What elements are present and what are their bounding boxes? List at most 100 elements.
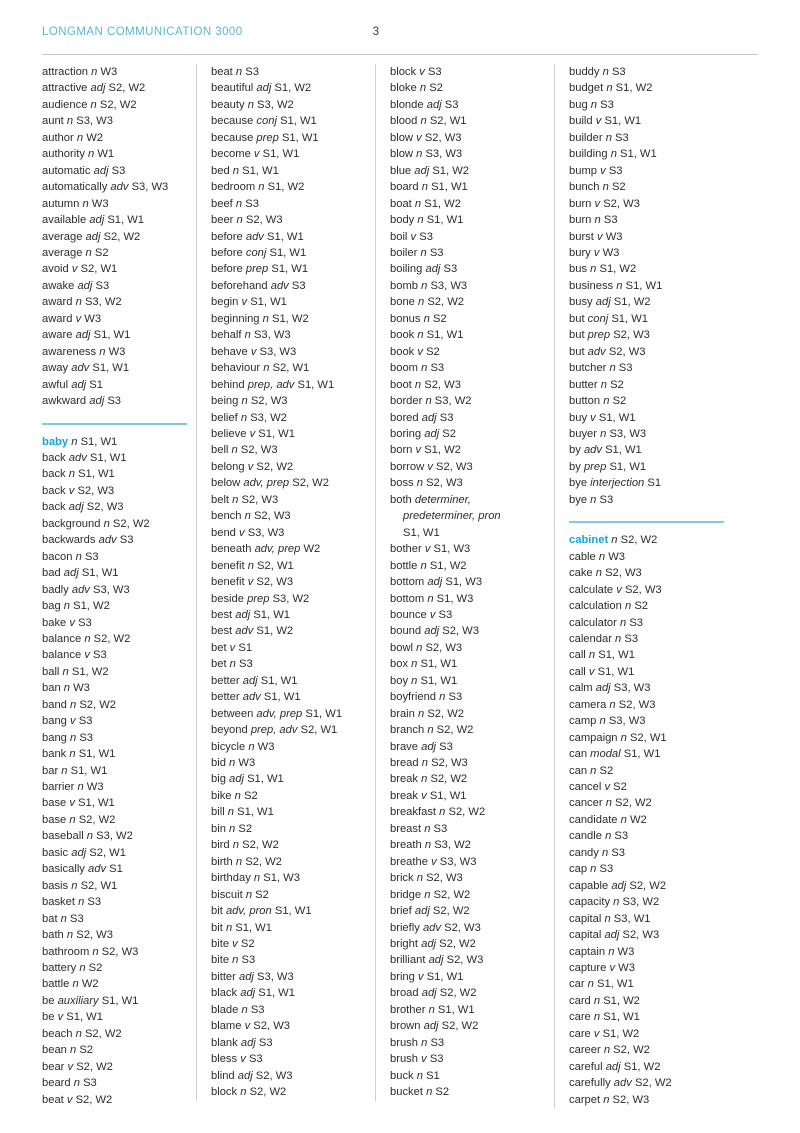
entry-frequency-bands: S1, W1: [250, 296, 287, 309]
entry-frequency-bands: S2, W2: [245, 855, 282, 868]
dictionary-entry: book v S2: [390, 344, 545, 360]
entry-frequency-bands: S2, W2: [620, 534, 658, 547]
entry-part-of-speech: n: [421, 279, 428, 292]
entry-word: branch: [390, 724, 425, 737]
entry-part-of-speech: adv: [270, 279, 289, 292]
entry-part-of-speech: v: [249, 427, 256, 440]
dictionary-entry: boy n S1, W1: [390, 673, 545, 689]
entry-frequency-bands: S3, W3: [608, 715, 646, 728]
entry-part-of-speech: n: [86, 830, 94, 843]
entry-word: black: [211, 987, 238, 1000]
entry-frequency-bands: S1, W2: [71, 665, 109, 678]
dictionary-entry: behave v S3, W3: [211, 344, 366, 360]
entry-frequency-bands: S2, W2: [615, 797, 652, 810]
dictionary-entry: author n W2: [42, 130, 187, 146]
entry-frequency-bands: S1, W1: [620, 148, 657, 161]
entry-frequency-bands: S1, W1: [269, 246, 307, 259]
alphabet-section-rule: [42, 422, 187, 425]
entry-frequency-bands: S3, W2: [250, 411, 287, 424]
entry-frequency-bands: S1, W1: [429, 789, 467, 802]
dictionary-entry: bloke n S2: [390, 80, 545, 96]
dictionary-entry: battery n S2: [42, 960, 187, 976]
dictionary-entry: by adv S1, W1: [569, 442, 724, 458]
entry-part-of-speech: n: [420, 559, 427, 572]
entry-word: beauty: [211, 98, 245, 111]
dictionary-entry: beef n S3: [211, 196, 366, 212]
entry-part-of-speech: n: [418, 707, 425, 720]
entry-part-of-speech: n: [227, 806, 235, 819]
entry-frequency-bands: S2, W3: [250, 395, 288, 408]
entry-frequency-bands: S1, W1: [403, 526, 440, 539]
entry-frequency-bands: S3: [429, 1053, 444, 1066]
entry-frequency-bands: S2, W2: [93, 632, 131, 645]
dictionary-entry: carefully adv S2, W2: [569, 1075, 724, 1091]
entry-word: calculator: [569, 616, 617, 629]
entry-word: bin: [211, 822, 226, 835]
dictionary-entry: bring v S1, W1: [390, 969, 545, 985]
entry-frequency-bands: S1, W1: [70, 764, 108, 777]
entry-word: beautiful: [211, 82, 254, 95]
entry-part-of-speech: n: [416, 477, 423, 490]
entry-frequency-bands: W3: [91, 197, 109, 210]
entry-frequency-bands: S2, W3: [444, 921, 481, 934]
dictionary-entry: balance n S2, W2: [42, 631, 187, 647]
entry-word: call: [569, 665, 586, 678]
dictionary-entry: blue adj S1, W2: [390, 163, 545, 179]
entry-word: buck: [390, 1069, 414, 1082]
entry-word: automatically: [42, 181, 108, 194]
entry-part-of-speech: n: [235, 197, 243, 210]
entry-word: awkward: [42, 395, 87, 408]
dictionary-entry: boiler n S3: [390, 245, 545, 261]
entry-word: behalf: [211, 329, 242, 342]
entry-word: burn: [569, 197, 592, 210]
dictionary-entry: battle n W2: [42, 976, 187, 992]
entry-word: but: [569, 329, 585, 342]
entry-frequency-bands: S3, W3: [93, 583, 130, 596]
entry-frequency-bands: S1, W1: [78, 797, 115, 810]
entry-part-of-speech: auxiliary: [57, 994, 99, 1007]
entry-word: because: [211, 115, 254, 128]
dictionary-entry: behalf n S3, W3: [211, 327, 366, 343]
entry-word: back: [42, 484, 66, 497]
entry-frequency-bands: S1, W1: [420, 674, 458, 687]
entry-word: cable: [569, 550, 596, 563]
dictionary-entry: bored adj S3: [390, 410, 545, 426]
dictionary-entry: birthday n S1, W3: [211, 870, 366, 886]
entry-part-of-speech: v: [239, 526, 245, 539]
entry-part-of-speech: v: [67, 1060, 74, 1073]
entry-frequency-bands: S1, W1: [78, 468, 115, 481]
entry-part-of-speech: v: [593, 1027, 600, 1040]
entry-word: because: [211, 131, 254, 144]
entry-frequency-bands: S3: [83, 1077, 97, 1090]
entry-word: awareness: [42, 345, 97, 358]
dictionary-entry: bacon n S3: [42, 549, 187, 565]
entry-frequency-bands: S3: [600, 98, 614, 111]
entry-word: award: [42, 312, 73, 325]
dictionary-entry: calculate v S2, W3: [569, 582, 724, 598]
entry-word: bright: [390, 938, 418, 951]
dictionary-entry: cable n W3: [569, 549, 724, 565]
dictionary-entry: aunt n S3, W3: [42, 113, 187, 129]
dictionary-entry: bet v S1: [211, 640, 366, 656]
entry-word: baby: [42, 435, 69, 448]
entry-frequency-bands: S2: [238, 822, 253, 835]
entry-part-of-speech: n: [88, 148, 95, 161]
entry-word: balance: [42, 649, 82, 662]
entry-part-of-speech: n: [624, 600, 632, 613]
entry-word: bird: [211, 839, 230, 852]
entry-frequency-bands: S3: [448, 691, 463, 704]
entry-frequency-bands: W3: [617, 945, 635, 958]
dictionary-entry: bit n S1, W1: [211, 920, 366, 936]
dictionary-entry: candle n S3: [569, 828, 724, 844]
entry-part-of-speech: n: [424, 839, 432, 852]
dictionary-entry: bye n S3: [569, 492, 724, 508]
entry-frequency-bands: S1, W1: [81, 567, 119, 580]
dictionary-entry: bridge n S2, W2: [390, 887, 545, 903]
entry-part-of-speech: n: [425, 395, 432, 408]
entry-word: body: [390, 214, 415, 227]
entry-word: builder: [569, 131, 603, 144]
entry-word: born: [390, 444, 413, 457]
entry-part-of-speech: n: [78, 896, 85, 909]
entry-word: bump: [569, 164, 597, 177]
entry-word: bacon: [42, 550, 73, 563]
